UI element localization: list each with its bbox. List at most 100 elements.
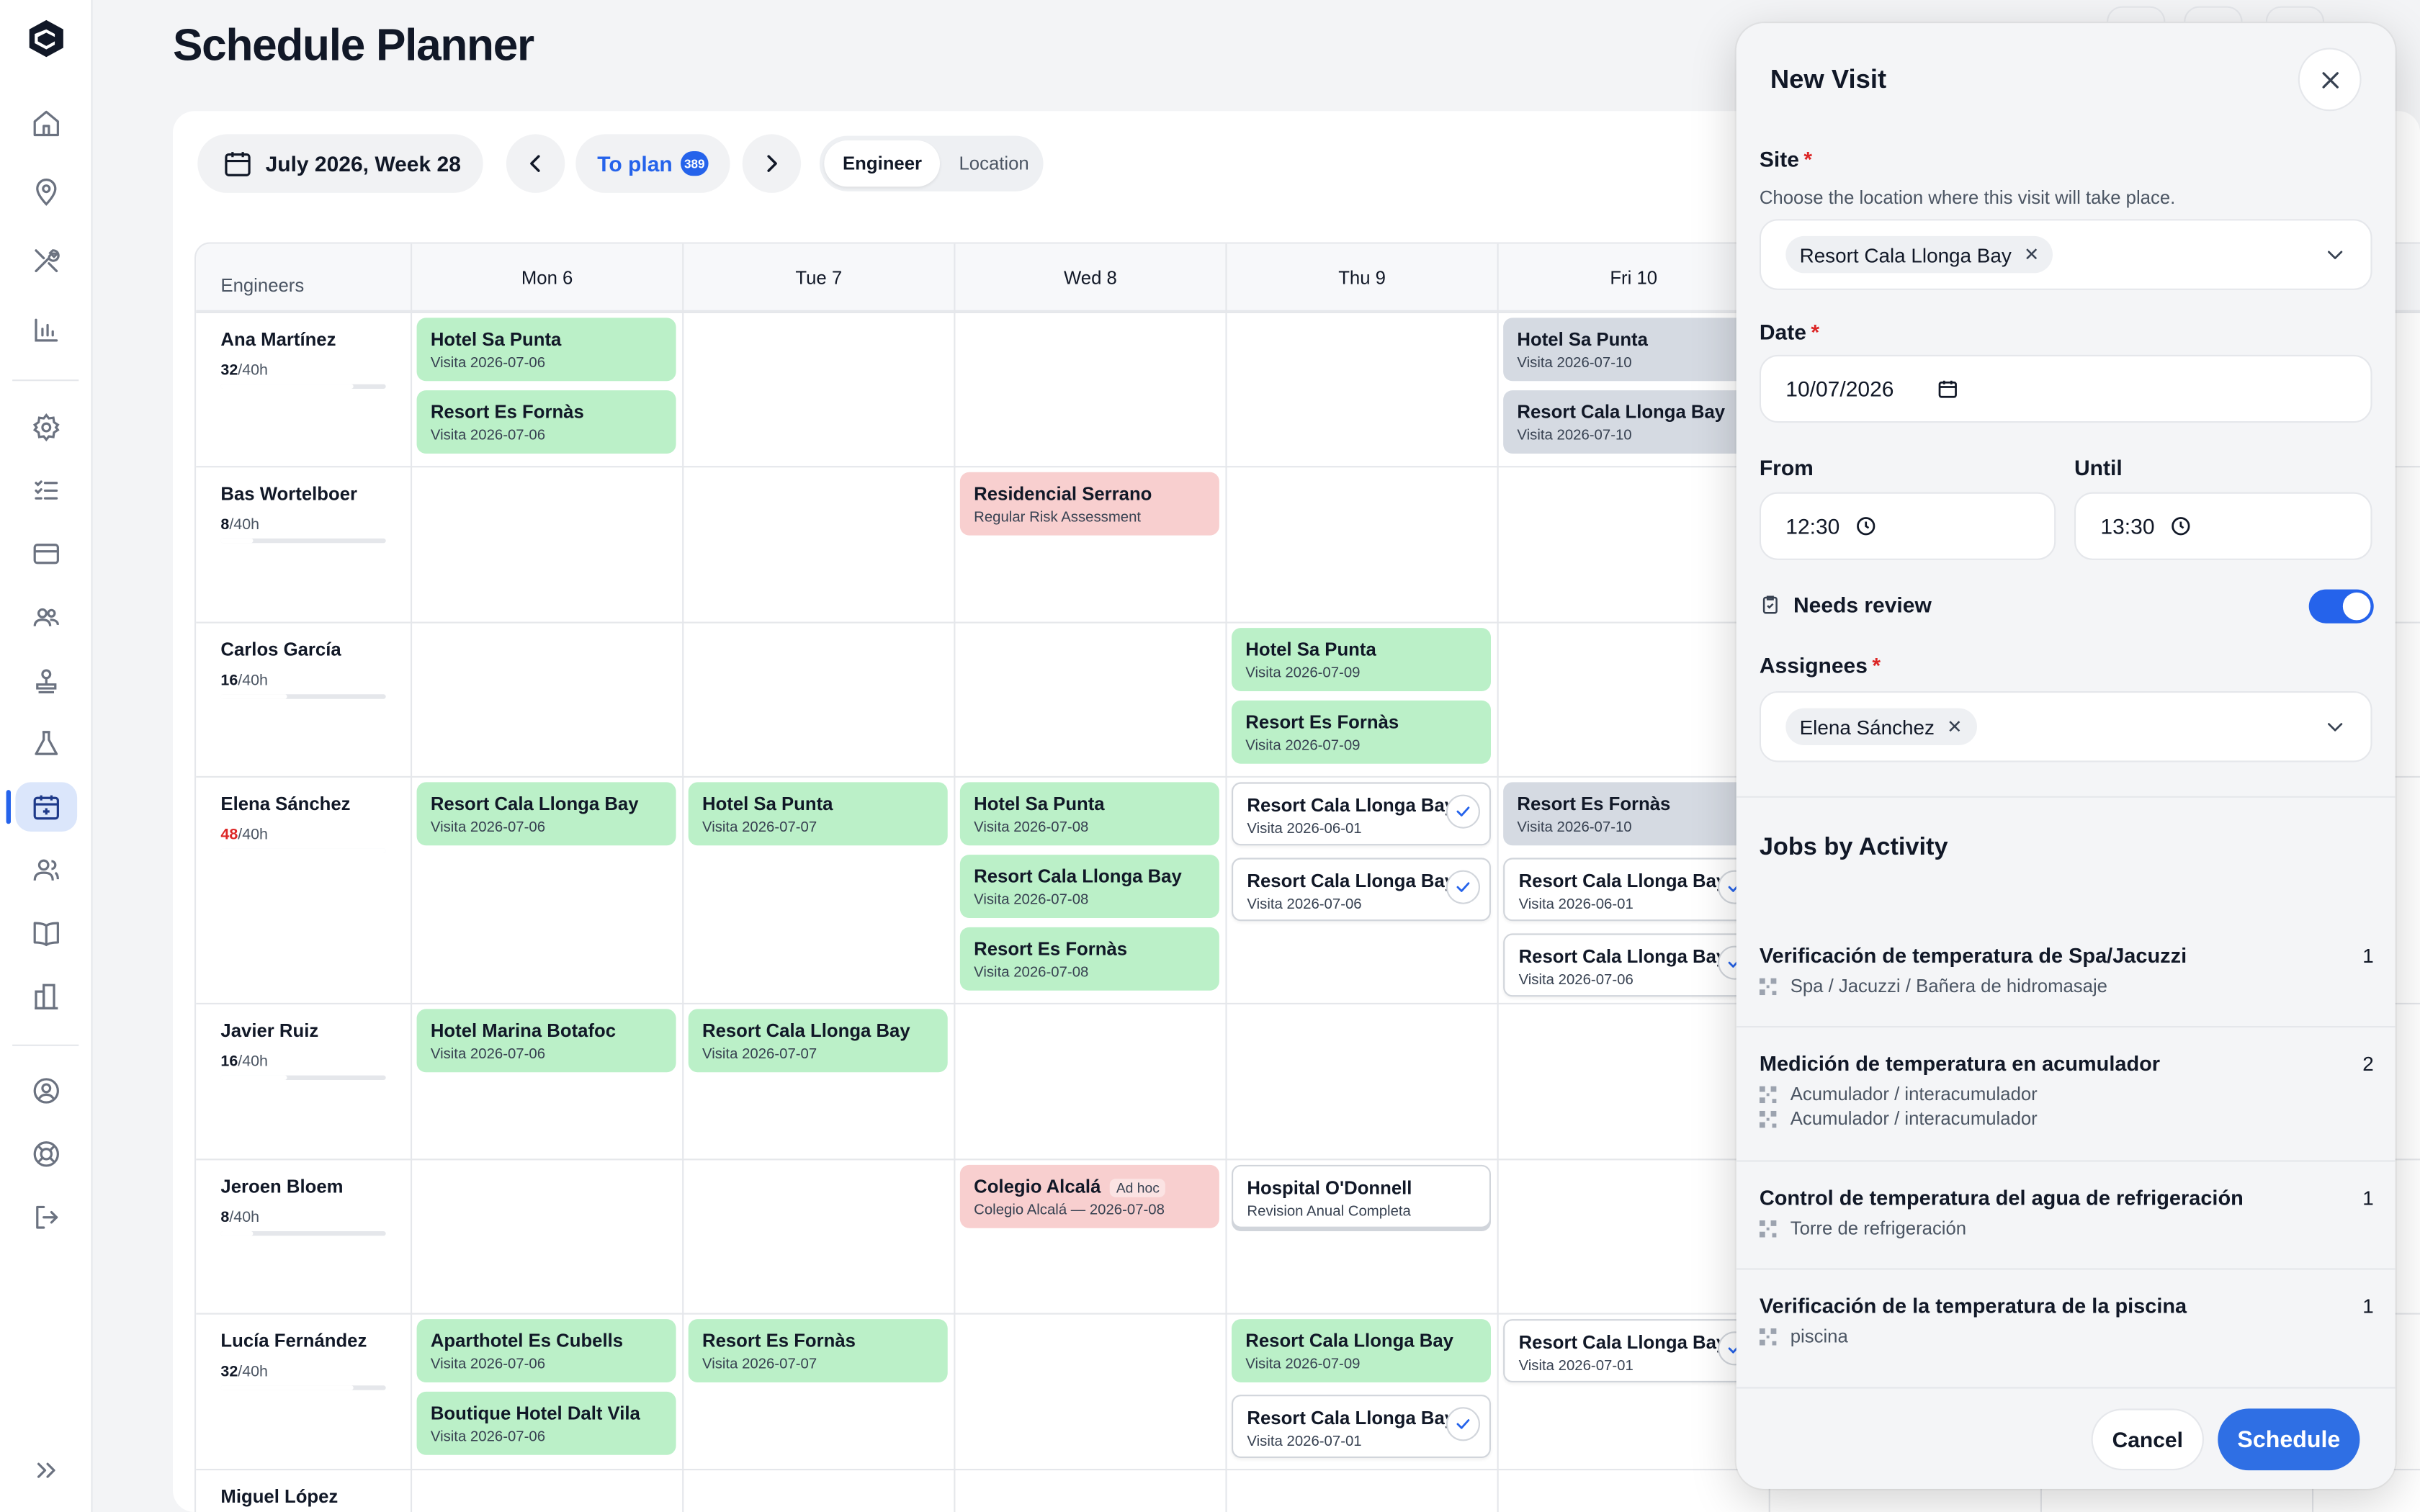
visit-site: Resort Cala Llonga Bay [1517,401,1726,423]
confirm-check-button[interactable] [1446,1407,1480,1441]
job-activity-item[interactable]: Medición de temperatura en acumulador 2 Ac… [1759,1052,2374,1130]
cancel-button[interactable]: Cancel [2091,1408,2204,1471]
visit-card[interactable]: Hotel Sa Punta Visita 2026-07-10 [1503,318,1763,382]
next-week-button[interactable] [742,134,802,193]
visit-site: Resort Cala Llonga Bay [430,793,639,815]
needs-review-toggle[interactable] [2308,589,2374,624]
visit-card[interactable]: Resort Cala Llonga Bay Visita 2026-06-01 [1232,782,1491,846]
header-avatar-2[interactable] [2184,6,2243,22]
card-icon[interactable] [15,529,77,579]
engineer-cell[interactable]: Jeroen Bloem 8/40h [220,1176,386,1236]
visit-card[interactable]: Resort Cala Llonga Bay Visita 2026-07-09 [1232,1319,1491,1382]
day-header: Thu 9 [1225,243,1497,312]
engineer-cell[interactable]: Bas Wortelboer 8/40h [220,483,386,544]
help-lifebuoy-icon[interactable] [15,1130,77,1179]
confirm-check-button[interactable] [1446,870,1480,904]
until-time-input[interactable]: 13:30 [2074,492,2372,560]
visit-card[interactable]: Hotel Sa Punta Visita 2026-07-08 [959,782,1219,846]
close-drawer-button[interactable] [2298,48,2362,112]
visit-card[interactable]: Boutique Hotel Dalt Vila Visita 2026-07-0… [416,1391,676,1455]
header-avatar-3[interactable] [2265,6,2325,22]
visit-subtitle: Visita 2026-07-10 [1517,427,1632,445]
clock-icon [2172,517,2190,536]
profile-icon[interactable] [15,1066,77,1116]
visit-card[interactable]: Resort Cala Llonga Bay Visita 2026-07-07 [688,1009,948,1073]
visit-subtitle: Visita 2026-07-06 [430,1356,546,1374]
visit-card[interactable]: Resort Cala Llonga Bay Visita 2026-07-06 [416,782,676,846]
visit-card[interactable]: Hotel Sa Punta Visita 2026-07-07 [688,782,948,846]
page-title: Schedule Planner [173,22,534,71]
visit-card[interactable]: Resort Cala Llonga Bay Visita 2026-07-06 [1232,858,1491,922]
visit-card[interactable]: Resort Cala Llonga Bay Visita 2026-07-01 [1503,1319,1763,1382]
visit-card[interactable]: Aparthotel Es Cubells Visita 2026-07-06 [416,1319,676,1382]
visit-card[interactable]: Hotel Sa Punta Visita 2026-07-09 [1232,628,1491,691]
buildings-icon[interactable] [15,972,77,1022]
view-option-engineer[interactable]: Engineer [824,140,941,187]
engineer-cell[interactable]: Carlos García 16/40h [220,639,386,699]
users-icon[interactable] [15,845,77,895]
visit-card[interactable]: Resort Es Fornàs Visita 2026-07-10 [1503,782,1763,846]
site-hint: Choose the location where this visit wil… [1759,186,2176,209]
day-header: Fri 10 [1497,243,1769,312]
date-input[interactable]: 10/07/2026 [1759,354,2372,423]
team-icon[interactable] [15,593,77,642]
visit-card[interactable]: Resort Cala Llonga Bay Visita 2026-07-01 [1232,1395,1491,1458]
visit-card[interactable]: Resort Es Fornàs Visita 2026-07-06 [416,390,676,454]
visit-card[interactable]: Resort Es Fornàs Visita 2026-07-08 [959,927,1219,991]
book-icon[interactable] [15,909,77,958]
visit-card[interactable]: Resort Es Fornàs Visita 2026-07-09 [1232,700,1491,764]
visit-card[interactable]: Hotel Sa Punta Visita 2026-07-06 [416,318,676,382]
visit-title: Resort Cala Llonga Bay [1517,401,1748,423]
view-option-location[interactable]: Location [941,140,1048,186]
to-plan-button[interactable]: To plan 389 [575,134,730,193]
job-activity-item[interactable]: Verificación de la temperatura de la pis… [1759,1295,2374,1347]
assignees-select[interactable]: Elena Sánchez ✕ [1759,691,2372,762]
visit-card[interactable]: Hotel Marina Botafoc Visita 2026-07-06 [416,1009,676,1073]
schedule-button[interactable]: Schedule [2218,1408,2360,1471]
from-time-input[interactable]: 12:30 [1759,492,2056,560]
confirm-check-button[interactable] [1446,794,1480,829]
site-select[interactable]: Resort Cala Llonga Bay ✕ [1759,219,2372,290]
calendar-planner-icon[interactable] [15,782,78,832]
expand-sidebar-icon[interactable] [15,1446,77,1495]
engineer-cell[interactable]: Ana Martínez 32/40h [220,328,386,389]
remove-assignee-icon[interactable]: ✕ [1947,716,1963,737]
visit-card[interactable]: Residencial Serrano Regular Risk Assessme… [959,472,1219,536]
visit-subtitle: Revision Anual Completa [1247,1203,1411,1220]
visit-card[interactable]: Colegio Alcalá Ad hoc Colegio Alcalá — 202… [959,1164,1219,1228]
visit-card[interactable]: Resort Cala Llonga Bay Visita 2026-06-01 [1503,858,1763,922]
visit-subtitle: Visita 2026-07-07 [702,819,817,837]
engineer-cell[interactable]: Javier Ruiz 16/40h [220,1020,386,1080]
job-activity-item[interactable]: Control de temperatura del agua de refri… [1759,1187,2374,1239]
checklist-icon[interactable] [15,466,77,516]
job-activity-item[interactable]: Verificación de temperatura de Spa/Jacuz… [1759,944,2374,996]
engineer-hours: 16/40h [220,672,385,690]
header-avatar-1[interactable] [2107,6,2166,22]
location-pin-icon[interactable] [15,166,77,216]
calendar-small-icon[interactable] [1937,378,1958,400]
tools-icon[interactable] [15,236,77,286]
week-picker-button[interactable]: July 2026, Week 28 [197,134,483,193]
stamp-icon[interactable] [15,657,77,707]
visit-subtitle: Visita 2026-07-06 [1247,896,1362,914]
app-logo-icon[interactable] [26,19,66,59]
visit-card[interactable]: Hospital O'Donnell Revision Anual Complet… [1232,1164,1491,1228]
engineer-cell[interactable]: Lucía Fernández 32/40h [220,1330,386,1390]
remove-site-icon[interactable]: ✕ [2024,244,2040,266]
engineer-cell[interactable]: Elena Sánchez 48/40h [220,793,386,853]
visit-title: Resort Cala Llonga Bay [1247,795,1475,816]
home-icon[interactable] [15,99,77,148]
flask-icon[interactable] [15,719,77,769]
engineer-cell[interactable]: Miguel López [220,1486,338,1508]
active-indicator [6,790,11,824]
settings-gear-icon[interactable] [15,402,77,452]
logout-icon[interactable] [15,1192,77,1242]
bar-chart-icon[interactable] [15,305,77,355]
previous-week-button[interactable] [506,134,565,193]
visit-card[interactable]: Resort Cala Llonga Bay Visita 2026-07-08 [959,855,1219,918]
visit-card[interactable]: Resort Es Fornàs Visita 2026-07-07 [688,1319,948,1382]
visit-subtitle: Visita 2026-07-01 [1518,1357,1634,1375]
visit-card[interactable]: Resort Cala Llonga Bay Visita 2026-07-10 [1503,390,1763,454]
visit-card[interactable]: Resort Cala Llonga Bay Visita 2026-07-06 [1503,933,1763,997]
app-root: Schedule Planner July 2026, Week 28 To p… [0,0,2420,1512]
